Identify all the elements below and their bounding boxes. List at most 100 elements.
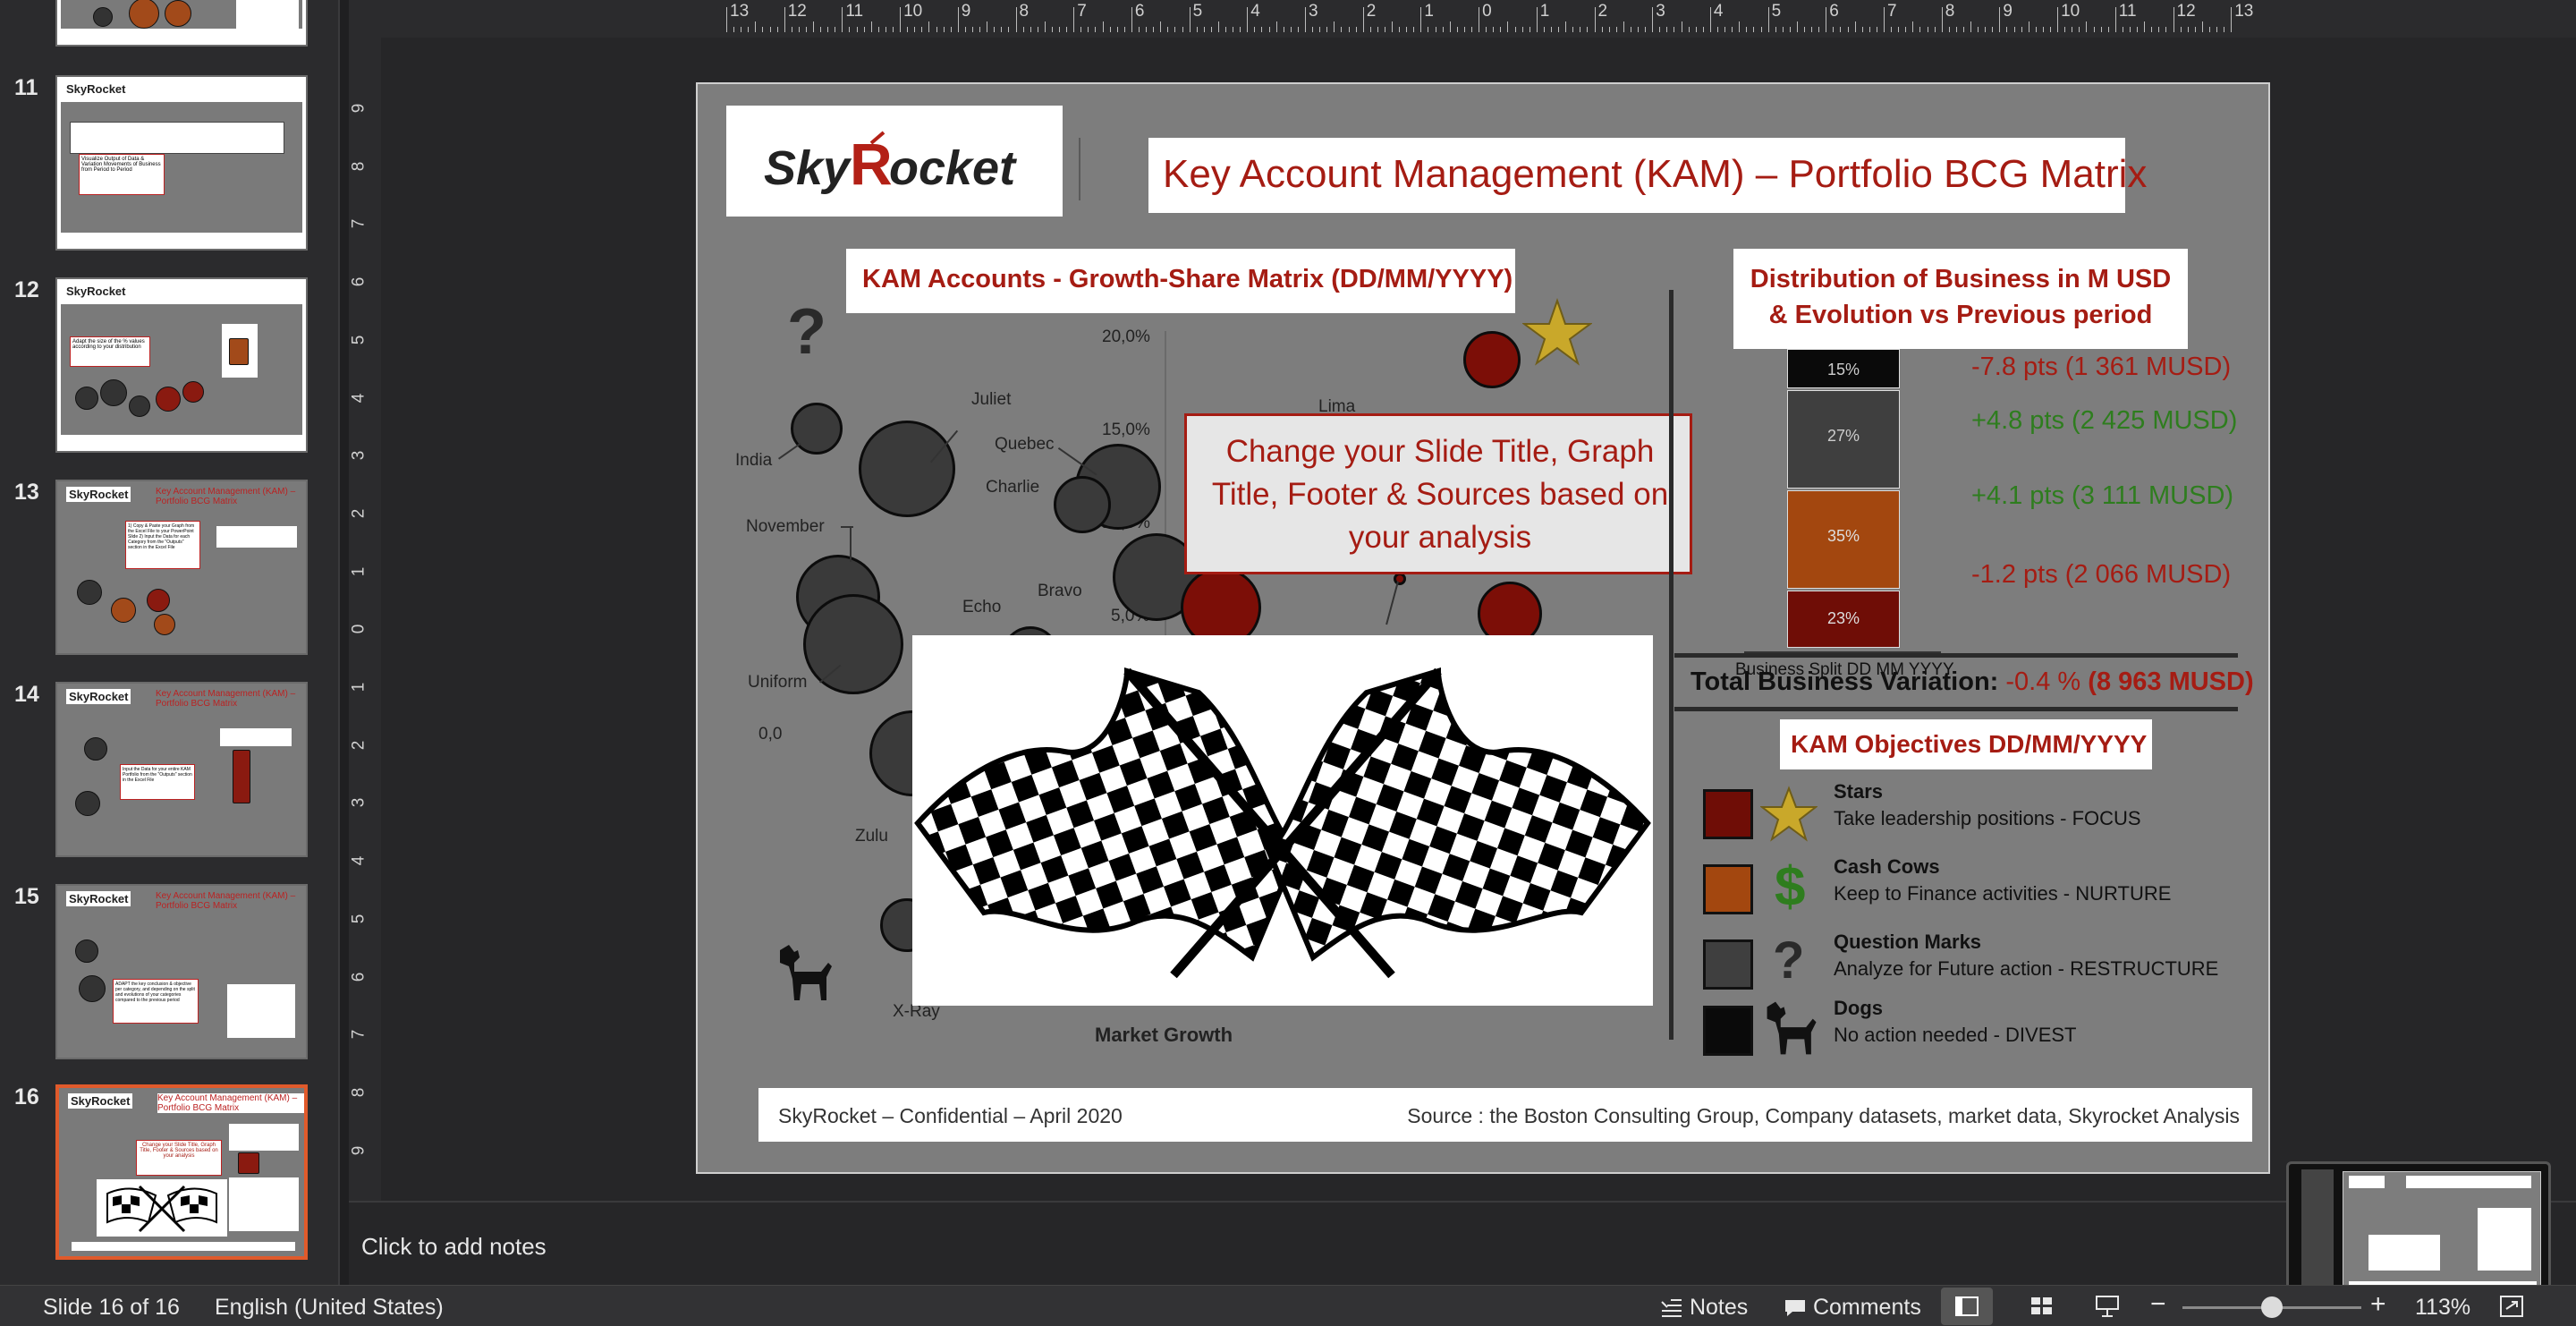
ruler-minor-tick [994, 27, 996, 32]
fit-to-window-button[interactable] [2499, 1295, 2524, 1324]
ruler-minor-tick [1290, 27, 1292, 32]
objective-stars[interactable]: Stars Take leadership positions - FOCUS [1703, 780, 2240, 852]
objective-question-marks[interactable]: ? Question Marks Analyze for Future acti… [1703, 931, 2240, 1002]
ruler-label: 0 [1482, 2, 1492, 21]
thumbnail-row-12[interactable]: 12 SkyRocket Adapt the size of the % val… [0, 277, 338, 456]
objective-desc: Take leadership positions - FOCUS [1834, 807, 2141, 829]
bar-segment-cash-cows[interactable]: 35% [1787, 490, 1900, 589]
ruler-tick [1652, 7, 1654, 32]
navigator-minimap[interactable] [2286, 1161, 2551, 1301]
ruler-minor-tick [1587, 27, 1589, 32]
slide-thumbnail-11[interactable]: SkyRocket Visualize Output of Data & Var… [55, 75, 308, 251]
ruler-minor-tick [1146, 27, 1148, 32]
x-axis-label: Market Growth [1095, 1024, 1233, 1046]
ruler-minor-tick [2129, 27, 2131, 32]
chart-title-box[interactable]: KAM Accounts - Growth-Share Matrix (DD/M… [846, 249, 1515, 313]
zoom-slider-handle[interactable] [2261, 1296, 2283, 1318]
slide-thumbnail-15[interactable]: SkyRocket Key Account Management (KAM) –… [55, 884, 308, 1059]
language-indicator[interactable]: English (United States) [215, 1295, 444, 1321]
ruler-tick [1015, 7, 1017, 32]
status-bar: Slide 16 of 16 English (United States) N… [0, 1285, 2576, 1326]
ruler-label: 3 [1309, 2, 1318, 21]
ruler-minor-tick [1059, 27, 1061, 32]
ruler-minor-tick [1688, 27, 1690, 32]
checkered-flags-icon [914, 667, 1651, 979]
ruler-minor-tick [2158, 27, 2160, 32]
slide-thumbnail-16-selected[interactable]: SkyRocket Key Account Management (KAM) –… [55, 1084, 308, 1260]
ruler-minor-tick [971, 27, 973, 32]
slide-title-box[interactable]: Key Account Management (KAM) – Portfolio… [1148, 138, 2147, 213]
slide-thumbnail-10[interactable] [55, 0, 308, 47]
slide-thumbnail-14[interactable]: SkyRocket Key Account Management (KAM) –… [55, 682, 308, 857]
ruler-tick [2231, 7, 2233, 32]
dog-icon [1767, 1001, 1817, 1055]
thumbnail-row-13[interactable]: 13 SkyRocket Key Account Management (KAM… [0, 480, 338, 659]
ruler-minor-tick [1847, 27, 1849, 32]
thumbnail-row-15[interactable]: 15 SkyRocket Key Account Management (KAM… [0, 884, 338, 1063]
delta-dogs: -7.8 pts (1 361 MUSD) [1971, 353, 2232, 381]
ruler-label: 7 [349, 219, 369, 229]
bubble-juliet[interactable] [859, 421, 955, 517]
presenter-view-button[interactable] [2084, 1288, 2129, 1325]
thumbnail-row-11[interactable]: 11 SkyRocket Visualize Output of Data & … [0, 75, 338, 254]
bubble-india[interactable] [791, 403, 843, 455]
question-icon: ? [1773, 931, 1805, 990]
ruler-minor-tick [1789, 27, 1791, 32]
ruler-minor-tick [1992, 27, 1994, 32]
checkered-flags-image[interactable] [912, 635, 1653, 1006]
objective-desc: No action needed - DIVEST [1834, 1024, 2077, 1046]
slide-sorter-button[interactable] [2020, 1288, 2064, 1325]
thumb-title: Key Account Management (KAM) – Portfolio… [156, 689, 296, 709]
ruler-minor-tick [1521, 27, 1523, 32]
ruler-minor-tick [1804, 27, 1806, 32]
notes-pane[interactable]: Click to add notes [349, 1201, 2576, 1285]
bubble-charlie[interactable] [1054, 476, 1111, 533]
bar-segment-question-marks[interactable]: 27% [1787, 390, 1900, 489]
objectives-title-box[interactable]: KAM Objectives DD/MM/YYYY [1780, 719, 2152, 769]
ruler-minor-tick [1369, 27, 1371, 32]
distribution-title-box[interactable]: Distribution of Business in M USD & Evol… [1733, 249, 2188, 349]
logo-box[interactable]: Sky R ocket [726, 106, 1063, 217]
thumbnail-row-16[interactable]: 16 SkyRocket Key Account Management (KAM… [0, 1084, 338, 1263]
ruler-minor-tick [2107, 27, 2109, 32]
notes-placeholder[interactable]: Click to add notes [361, 1233, 547, 1261]
thumbnail-row-10[interactable] [0, 0, 338, 50]
bubble-uniform[interactable] [803, 594, 903, 694]
ruler-minor-tick [820, 27, 822, 32]
ruler-minor-tick [1493, 27, 1495, 32]
total-separator-top [1674, 653, 2238, 658]
ruler-minor-tick [1088, 27, 1089, 32]
ruler-minor-tick [2021, 27, 2022, 32]
zoom-level[interactable]: 113% [2415, 1295, 2470, 1321]
slide-thumbnail-13[interactable]: SkyRocket Key Account Management (KAM) –… [55, 480, 308, 655]
thumb-title: Key Account Management (KAM) – Portfolio… [156, 891, 296, 911]
delta-stars: -1.2 pts (2 066 MUSD) [1971, 560, 2232, 589]
thumbnail-row-14[interactable]: 14 SkyRocket Key Account Management (KAM… [0, 682, 338, 861]
bubble-star-4[interactable] [1394, 573, 1406, 585]
bubble-star-1[interactable] [1463, 331, 1521, 388]
ruler-minor-tick [1507, 21, 1509, 32]
comment-icon [1785, 1300, 1805, 1317]
comments-button[interactable]: Comments [1784, 1295, 1921, 1321]
skyrocket-logo: Sky R ocket [764, 131, 1017, 197]
bubble-label-november: November [746, 517, 825, 536]
slide-number: 16 [14, 1084, 39, 1109]
ruler-minor-tick [1811, 27, 1813, 32]
slide-footer[interactable]: SkyRocket – Confidential – April 2020 So… [758, 1088, 2252, 1142]
objective-dogs[interactable]: Dogs No action needed - DIVEST [1703, 997, 2240, 1068]
slide-thumbnail-panel[interactable]: 11 SkyRocket Visualize Output of Data & … [0, 0, 340, 1285]
ruler-tick [1709, 7, 1711, 32]
bar-segment-stars[interactable]: 23% [1787, 591, 1900, 648]
slide-16[interactable]: Sky R ocket Key Account Management (KAM)… [696, 82, 2270, 1174]
normal-view-button[interactable] [1941, 1288, 1993, 1325]
zoom-in-button[interactable]: + [2370, 1289, 2386, 1320]
overlay-instruction-note[interactable]: Change your Slide Title, Graph Title, Fo… [1184, 413, 1692, 574]
objective-cash-cows[interactable]: $ Cash Cows Keep to Finance activities -… [1703, 855, 2240, 927]
slide-thumbnail-12[interactable]: SkyRocket Adapt the size of the % values… [55, 277, 308, 453]
zoom-out-button[interactable]: − [2150, 1289, 2166, 1320]
ruler-minor-tick [1623, 21, 1624, 32]
bar-segment-dogs[interactable]: 15% [1787, 349, 1900, 388]
notes-button[interactable]: Notes [1660, 1295, 1748, 1321]
ruler-tick [1767, 7, 1769, 32]
business-split-bar[interactable]: 15% 27% 35% 23% [1787, 349, 1900, 680]
